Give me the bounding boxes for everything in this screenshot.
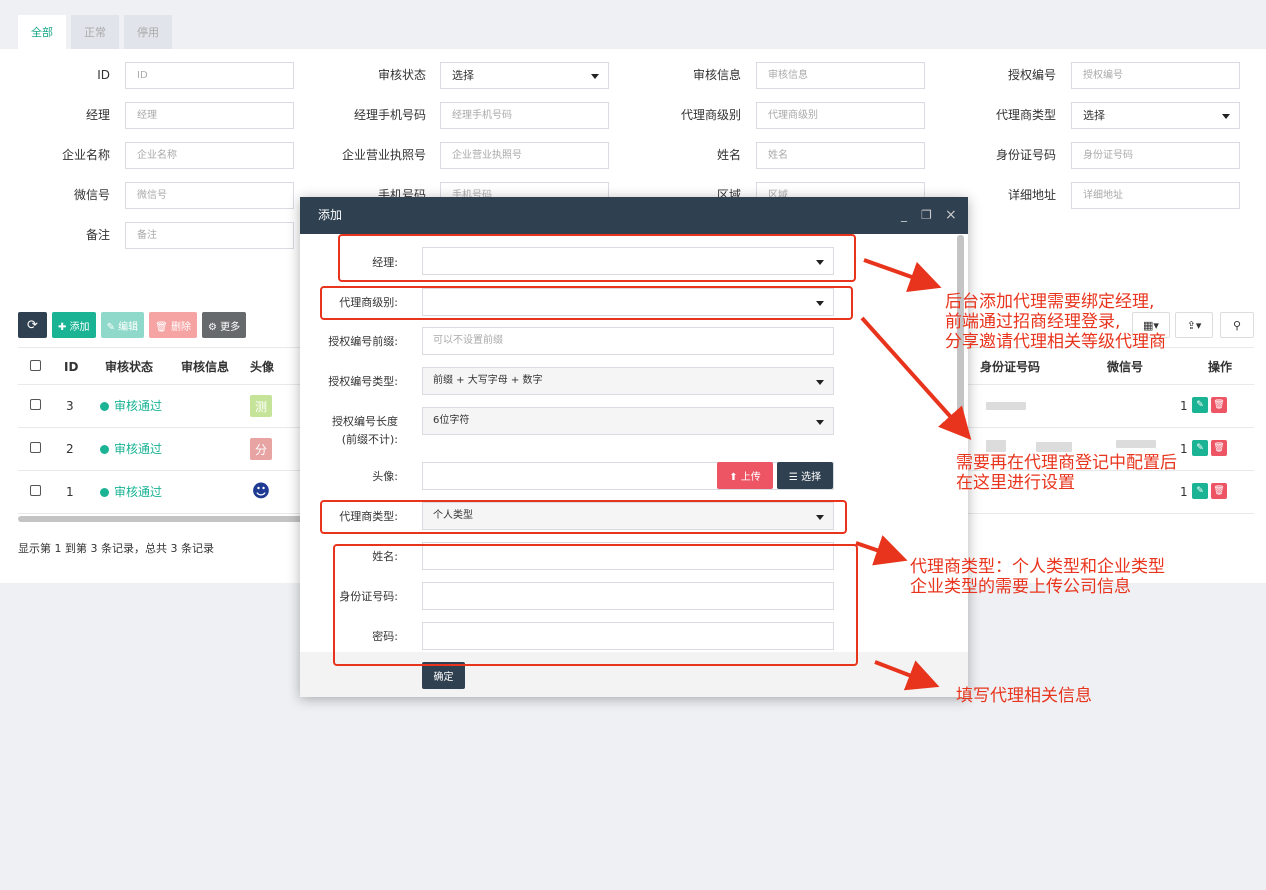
annotation-note-level: 需要再在代理商登记中配置后 在这里进行设置 xyxy=(956,453,1177,493)
annotation-note-type: 代理商类型：个人类型和企业类型 企业类型的需要上传公司信息 xyxy=(910,557,1165,597)
annotation-note-info: 填写代理相关信息 xyxy=(956,686,1092,706)
annotation-arrows xyxy=(855,258,972,691)
annotation-note-manager: 后台添加代理需要绑定经理, 前端通过招商经理登录, 分享邀请代理相关等级代理商 xyxy=(945,292,1166,352)
